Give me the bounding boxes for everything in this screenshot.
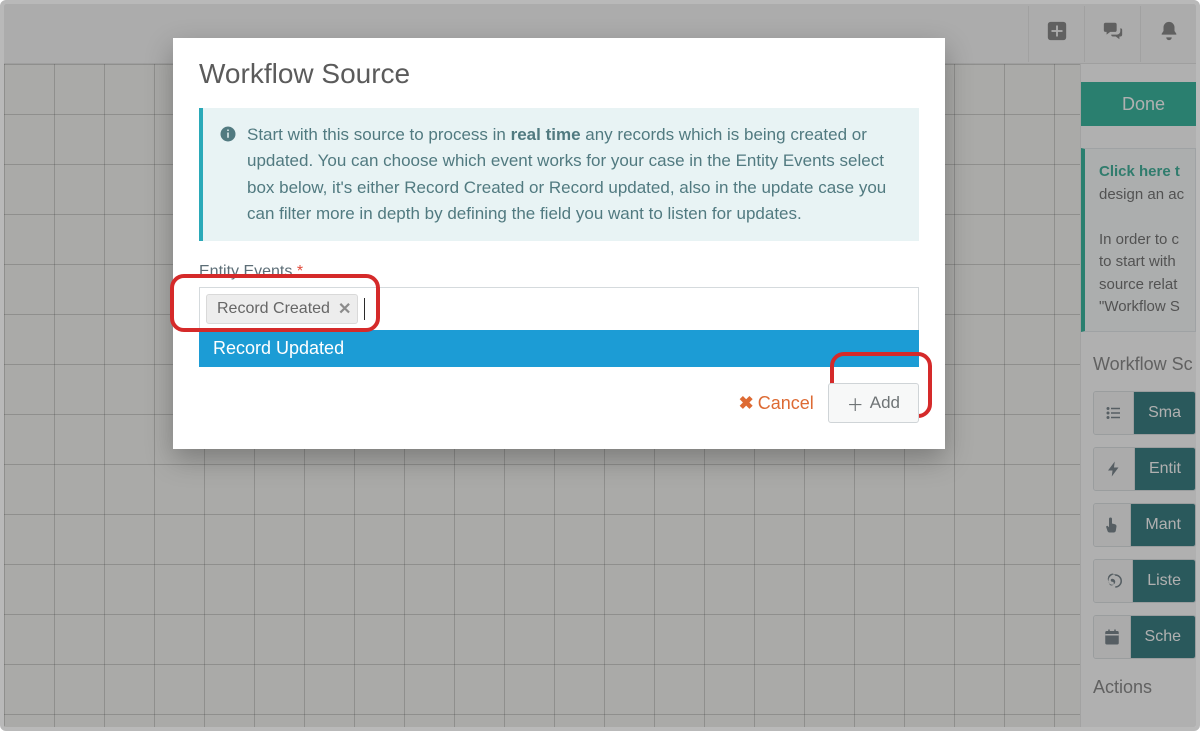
source-button-schedule[interactable]: Sche — [1093, 615, 1196, 659]
sources-heading: Workflow Sc — [1093, 354, 1196, 375]
info-icon — [219, 125, 237, 227]
topbar-bell-button[interactable] — [1140, 6, 1196, 62]
side-panel: Done Click here t design an ac In order … — [1080, 64, 1196, 727]
chip-remove-icon[interactable]: ✕ — [338, 299, 351, 319]
modal-title: Workflow Source — [199, 58, 919, 90]
chat-icon — [1102, 20, 1124, 47]
modal-actions: ✖ Cancel ＋ Add — [199, 383, 919, 423]
entity-events-label: Entity Events * — [199, 263, 303, 280]
list-icon — [1094, 392, 1134, 434]
source-button-smart[interactable]: Sma — [1093, 391, 1196, 435]
entity-events-select[interactable]: Record Created ✕ Record Updated — [199, 287, 919, 331]
text-cursor — [364, 298, 365, 320]
actions-heading: Actions — [1093, 677, 1196, 698]
ear-icon — [1094, 560, 1133, 602]
plus-square-icon — [1046, 20, 1068, 47]
source-button-manual[interactable]: Mant — [1093, 503, 1196, 547]
plus-icon: ＋ — [847, 391, 864, 416]
modal-info-text: Start with this source to process in rea… — [247, 122, 903, 227]
add-button[interactable]: ＋ Add — [828, 383, 919, 423]
workflow-source-modal: Workflow Source Start with this source t… — [173, 38, 945, 449]
done-button[interactable]: Done — [1081, 82, 1196, 126]
side-hint-link[interactable]: Click here t — [1099, 163, 1180, 180]
hand-pointer-icon — [1094, 504, 1131, 546]
source-button-entity[interactable]: Entit — [1093, 447, 1196, 491]
bolt-icon — [1094, 448, 1135, 490]
chip-record-created[interactable]: Record Created ✕ — [206, 294, 358, 324]
topbar-chat-button[interactable] — [1084, 6, 1140, 62]
dropdown-option-record-updated[interactable]: Record Updated — [199, 330, 919, 367]
topbar-add-button[interactable] — [1028, 6, 1084, 62]
modal-info: Start with this source to process in rea… — [199, 108, 919, 241]
side-hint-box: Click here t design an ac In order to c … — [1081, 148, 1196, 332]
bell-icon — [1158, 20, 1180, 47]
close-icon: ✖ — [739, 393, 754, 414]
calendar-icon — [1094, 616, 1131, 658]
source-button-listener[interactable]: Liste — [1093, 559, 1196, 603]
cancel-button[interactable]: ✖ Cancel — [739, 393, 814, 414]
